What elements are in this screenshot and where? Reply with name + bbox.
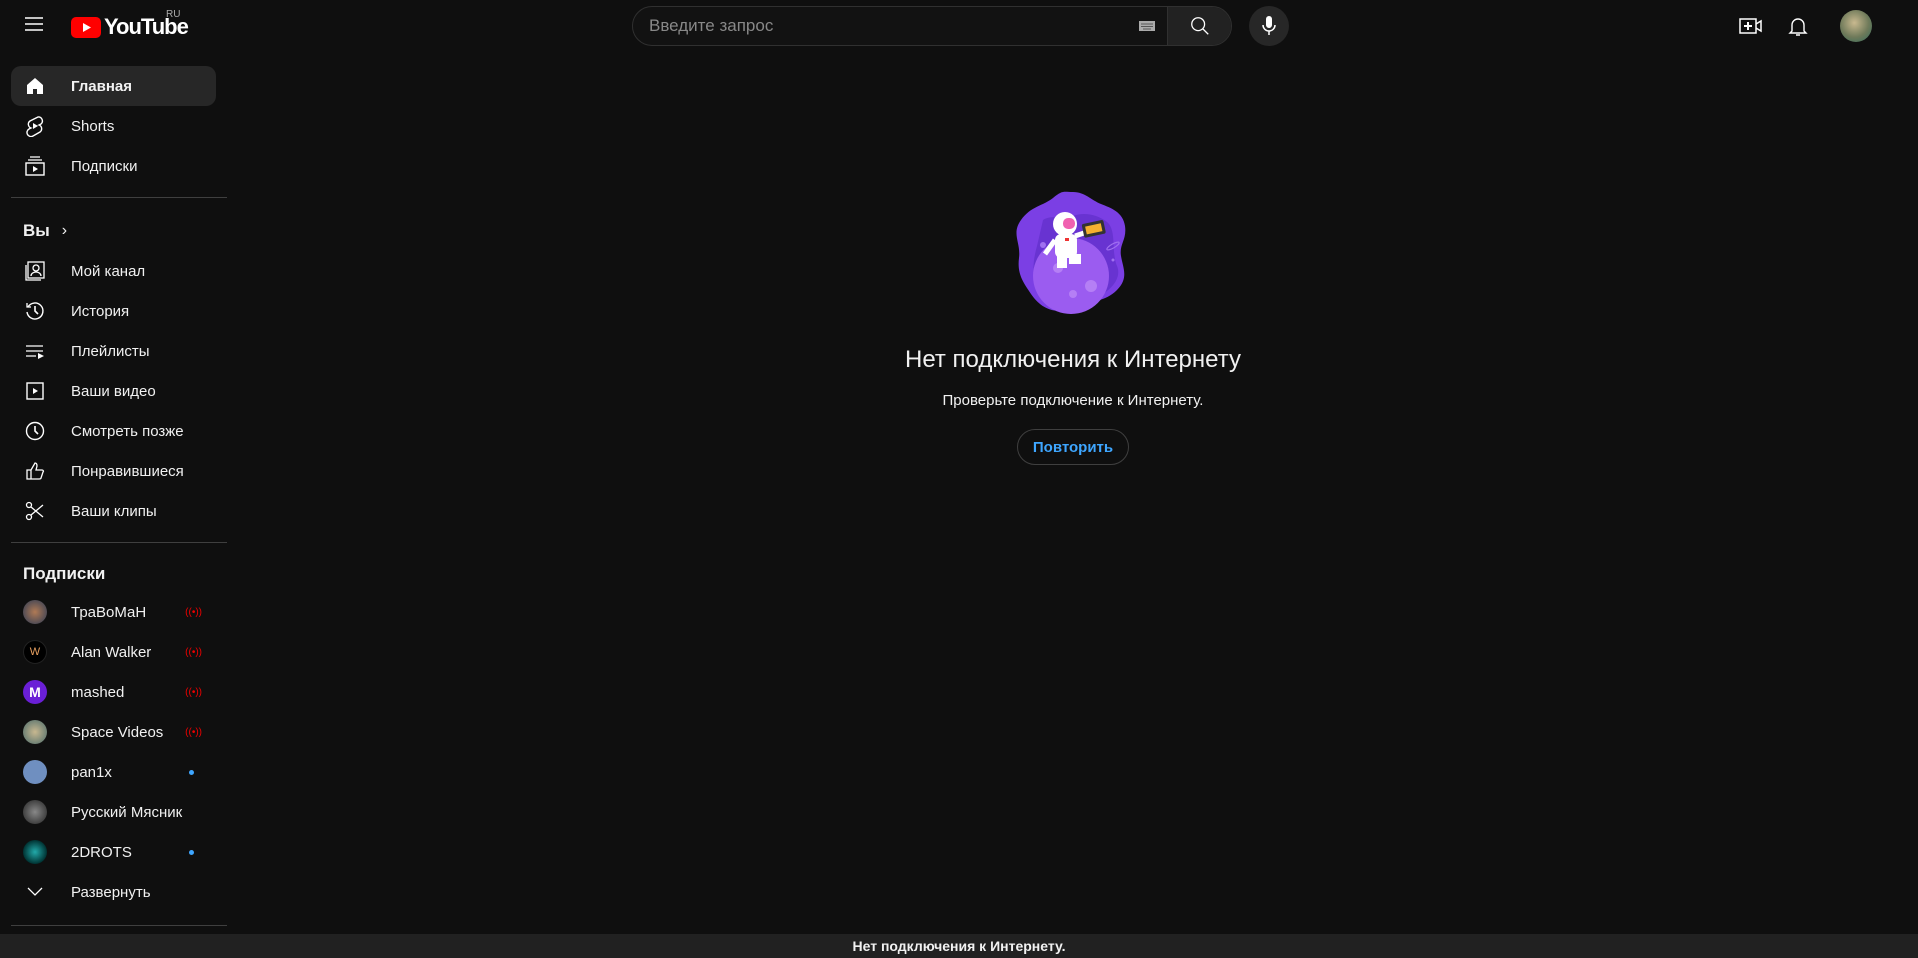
expand-button[interactable]: Развернуть	[11, 872, 216, 912]
live-icon: ((•))	[185, 726, 202, 738]
sidebar-item-my-channel[interactable]: Мой канал	[11, 251, 216, 291]
youtube-play-icon	[71, 16, 101, 38]
retry-button[interactable]: Повторить	[1016, 429, 1130, 465]
shorts-icon	[23, 114, 47, 138]
channel-avatar	[23, 760, 47, 784]
sidebar: Главная Shorts Подписки Вы › Мой канал Ис…	[0, 66, 228, 939]
sidebar-item-label: Ваши видео	[71, 382, 156, 400]
subscription-item[interactable]: ТраВоМаН ((•))	[11, 592, 216, 632]
sidebar-item-subscriptions[interactable]: Подписки	[11, 146, 216, 186]
subscription-item[interactable]: Mmashed ((•))	[11, 672, 216, 712]
sidebar-item-liked[interactable]: Понравившиеся	[11, 451, 216, 491]
sidebar-item-label: Понравившиеся	[71, 462, 184, 480]
channel-name: pan1x	[71, 763, 112, 781]
you-header-label: Вы	[23, 221, 50, 240]
chevron-right-icon: ›	[61, 222, 68, 239]
channel-name: mashed	[71, 683, 125, 701]
home-icon	[23, 74, 47, 98]
new-content-dot	[189, 849, 194, 855]
sidebar-item-shorts[interactable]: Shorts	[11, 106, 216, 146]
sidebar-item-label: Главная	[71, 77, 133, 95]
keyboard-icon[interactable]	[1127, 7, 1167, 45]
sidebar-item-home[interactable]: Главная	[11, 66, 216, 106]
channel-avatar	[23, 600, 47, 624]
divider	[11, 542, 227, 543]
region-label: RU	[166, 9, 181, 20]
sidebar-item-playlists[interactable]: Плейлисты	[11, 331, 216, 371]
search-icon	[1190, 17, 1209, 35]
error-subtitle: Проверьте подключение к Интернету.	[942, 392, 1204, 409]
divider	[11, 925, 227, 926]
subscription-item[interactable]: Space Videos ((•))	[11, 712, 216, 752]
like-icon	[23, 459, 47, 483]
channel-name: ТраВоМаН	[71, 603, 147, 621]
playlists-icon	[23, 339, 47, 363]
live-icon: ((•))	[185, 606, 202, 618]
sidebar-item-label: Shorts	[71, 117, 115, 135]
live-icon: ((•))	[185, 686, 202, 698]
subscription-item[interactable]: Русский Мясник	[11, 792, 216, 832]
sidebar-item-label: Плейлисты	[71, 342, 150, 360]
offline-status-bar: Нет подключения к Интернету.	[0, 934, 1918, 958]
history-icon	[23, 299, 47, 323]
sidebar-item-your-videos[interactable]: Ваши видео	[11, 371, 216, 411]
subscriptions-section-header: Подписки	[23, 564, 106, 583]
divider	[11, 197, 227, 198]
subscription-item[interactable]: pan1x	[11, 752, 216, 792]
channel-name: Alan Walker	[71, 643, 152, 661]
voice-search-button[interactable]	[1249, 6, 1289, 46]
error-title: Нет подключения к Интернету	[905, 346, 1241, 373]
sidebar-item-label: Смотреть позже	[71, 422, 184, 440]
channel-name: Русский Мясник	[71, 803, 183, 821]
channel-avatar	[23, 720, 47, 744]
channel-avatar: W	[23, 640, 47, 664]
channel-name: 2DROTS	[71, 843, 132, 861]
new-content-dot	[189, 769, 194, 775]
sidebar-item-label: История	[71, 302, 130, 320]
channel-avatar	[23, 800, 47, 824]
expand-label: Развернуть	[71, 883, 151, 901]
channel-icon	[23, 259, 47, 283]
sidebar-item-clips[interactable]: Ваши клипы	[11, 491, 216, 531]
search-button[interactable]	[1167, 7, 1231, 45]
channel-avatar: M	[23, 680, 47, 704]
subscription-item[interactable]: 2DROTS	[11, 832, 216, 872]
channel-avatar	[23, 840, 47, 864]
mic-icon	[1262, 16, 1276, 35]
astronaut-illustration	[1016, 191, 1126, 314]
channel-name: Space Videos	[71, 723, 164, 741]
subscription-item[interactable]: W Alan Walker ((•))	[11, 632, 216, 672]
your-videos-icon	[23, 379, 47, 403]
chevron-down-icon	[23, 880, 47, 904]
watch-later-icon	[23, 419, 47, 443]
create-video-icon[interactable]	[1738, 13, 1764, 39]
sidebar-item-watch-later[interactable]: Смотреть позже	[11, 411, 216, 451]
you-section-header[interactable]: Вы ›	[0, 211, 228, 251]
search-box	[632, 6, 1232, 46]
menu-icon[interactable]	[22, 12, 46, 36]
offline-message: Нет подключения к Интернету Проверьте по…	[228, 190, 1918, 465]
search-input[interactable]	[633, 7, 1127, 45]
sidebar-item-label: Мой канал	[71, 262, 146, 280]
youtube-logo[interactable]: YouTube RU	[71, 9, 189, 40]
notifications-bell-icon[interactable]	[1785, 13, 1811, 39]
sidebar-item-label: Ваши клипы	[71, 502, 157, 520]
sidebar-item-label: Подписки	[71, 157, 138, 175]
clips-icon	[23, 499, 47, 523]
subscriptions-icon	[23, 154, 47, 178]
sidebar-item-history[interactable]: История	[11, 291, 216, 331]
topbar: YouTube RU	[0, 0, 1918, 56]
live-icon: ((•))	[185, 646, 202, 658]
user-avatar[interactable]	[1840, 10, 1872, 42]
